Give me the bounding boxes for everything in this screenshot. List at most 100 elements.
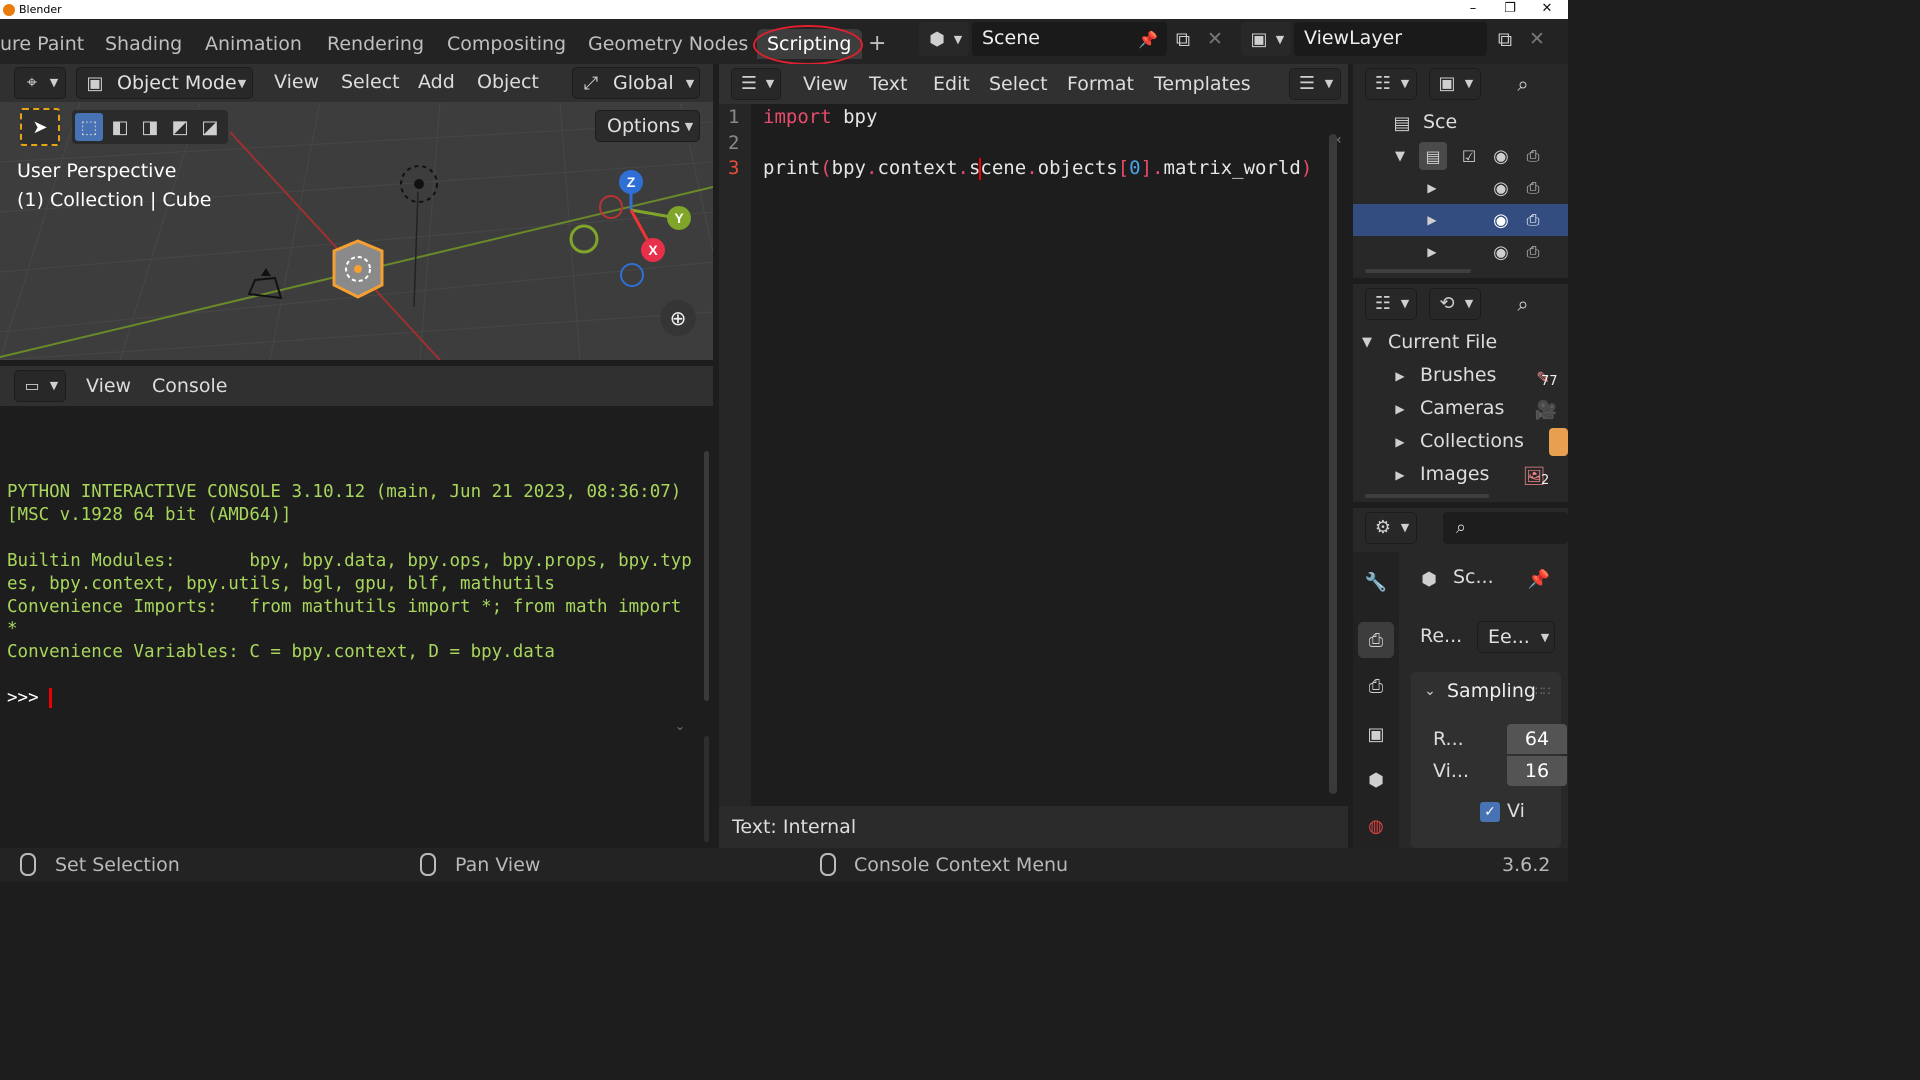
sampling-panel-header[interactable]: ⌄ Sampling ∷∷ — [1411, 674, 1561, 708]
eye-icon[interactable]: ◉ — [1489, 176, 1513, 200]
camera-render-icon[interactable]: ⎙ — [1521, 240, 1545, 264]
outliner-scrollbar[interactable] — [1365, 269, 1471, 273]
viewport-menu-view[interactable]: View — [274, 68, 319, 96]
viewport-menu-select[interactable]: Select — [341, 68, 400, 96]
text-datablock-button[interactable]: ☰ ▼ — [1289, 68, 1341, 100]
maximize-button[interactable]: ❐ — [1492, 0, 1528, 19]
select-subtract-icon[interactable]: ◨ — [136, 113, 164, 141]
select-tool-button[interactable]: ➤ — [20, 108, 60, 146]
light-object-icon[interactable] — [397, 162, 441, 206]
zoom-button[interactable]: ⊕ — [660, 300, 696, 336]
editor-scrollbar[interactable] — [1329, 134, 1337, 794]
tab-animation[interactable]: Animation — [205, 29, 302, 59]
eye-icon[interactable]: ◉ — [1489, 208, 1513, 232]
scene-selector-button[interactable]: ⬢ ▼ — [919, 22, 969, 56]
camera-object-icon[interactable] — [245, 264, 287, 300]
outliner-row[interactable]: ▶ ◉ ⎙ — [1353, 236, 1568, 268]
viewport-menu-object[interactable]: Object — [477, 68, 539, 96]
console-menu-console[interactable]: Console — [152, 372, 227, 400]
eye-icon[interactable]: ◉ — [1489, 240, 1513, 264]
outliner-row-selected[interactable]: ▶ ◉ ⎙ — [1353, 204, 1568, 236]
tool-tab-icon[interactable]: 🔧 — [1362, 568, 1390, 596]
outliner-row-collection[interactable]: ▼ ▤ ☑ ◉ ⎙ — [1353, 140, 1568, 172]
display-mode-button[interactable]: ▣ ▼ — [1429, 68, 1481, 100]
options-dropdown[interactable]: Options ▼ — [595, 110, 700, 142]
text-menu-select[interactable]: Select — [989, 70, 1048, 98]
blend-item-brushes[interactable]: ▶ Brushes ✎ 77 — [1353, 360, 1568, 393]
select-extend-icon[interactable]: ◧ — [106, 113, 134, 141]
tab-geometry-nodes[interactable]: Geometry Nodes — [588, 29, 748, 59]
console-menu-view[interactable]: View — [86, 372, 131, 400]
new-view-layer-icon[interactable]: ⧉ — [1492, 26, 1518, 52]
expand-down-icon[interactable]: ▼ — [1359, 332, 1375, 352]
properties-search-field[interactable]: ⌕ — [1443, 512, 1568, 544]
blend-editor-type-button[interactable]: ☷ ▼ — [1365, 288, 1417, 320]
outliner-editor-type-button[interactable]: ☷ ▼ — [1365, 68, 1417, 100]
outliner-row[interactable]: ▶ ◉ ⎙ — [1353, 172, 1568, 204]
python-console[interactable]: PYTHON INTERACTIVE CONSOLE 3.10.12 (main… — [0, 406, 713, 716]
pin-icon[interactable]: 📌 — [1136, 27, 1160, 51]
console-scrollbar[interactable] — [704, 451, 709, 701]
expand-right-icon[interactable]: ▶ — [1425, 178, 1439, 198]
chevron-down-icon[interactable]: ⌄ — [670, 718, 690, 734]
pin-icon[interactable]: 📌 — [1525, 565, 1553, 593]
tab-shading[interactable]: Shading — [105, 29, 182, 59]
view-layer-tab-icon[interactable]: ▣ — [1362, 720, 1390, 748]
expand-right-icon[interactable]: ▶ — [1393, 399, 1407, 419]
eye-icon[interactable]: ◉ — [1489, 144, 1513, 168]
text-menu-text[interactable]: Text — [869, 70, 907, 98]
properties-editor-type-button[interactable]: ⚙ ▼ — [1365, 512, 1417, 544]
select-new-icon[interactable]: ⬚ — [75, 113, 103, 141]
blend-item-collections[interactable]: ▶ Collections — [1353, 426, 1568, 459]
expand-right-icon[interactable]: ▶ — [1425, 210, 1439, 230]
render-samples-field[interactable]: 64 — [1507, 724, 1567, 754]
scene-tab-icon[interactable]: ⬢ — [1362, 766, 1390, 794]
delete-scene-icon[interactable]: ✕ — [1203, 26, 1227, 52]
new-scene-icon[interactable]: ⧉ — [1170, 26, 1196, 52]
transform-orientation-dropdown[interactable]: ⤢ Global ▼ — [572, 67, 700, 99]
object-mode-dropdown[interactable]: ▣ Object Mode ▼ — [76, 67, 253, 99]
output-tab-icon[interactable]: ⎙ — [1362, 672, 1390, 700]
minimize-button[interactable]: – — [1455, 0, 1491, 19]
text-menu-format[interactable]: Format — [1067, 70, 1134, 98]
expand-right-icon[interactable]: ▶ — [1393, 465, 1407, 485]
text-editor-type-button[interactable]: ☰ ▼ — [731, 68, 781, 100]
tab-compositing[interactable]: Compositing — [447, 29, 566, 59]
view-layer-name-field[interactable]: ViewLayer — [1294, 22, 1487, 56]
blend-item-cameras[interactable]: ▶ Cameras 🎥 — [1353, 393, 1568, 426]
blend-item-images[interactable]: ▶ Images 🖼 2 — [1353, 459, 1568, 492]
editor-type-button[interactable]: ⌖ ▼ — [14, 67, 66, 99]
console-prompt[interactable]: >>> — [7, 688, 53, 708]
search-icon[interactable]: ⌕ — [1509, 290, 1537, 318]
navigation-gizmo[interactable]: Z Y X — [565, 166, 700, 296]
tab-texture-paint[interactable]: ure Paint — [0, 29, 84, 59]
cube-object-selected[interactable] — [328, 237, 386, 301]
search-icon[interactable]: ⌕ — [1509, 70, 1537, 98]
expand-down-icon[interactable]: ▼ — [1393, 146, 1407, 166]
blend-display-mode-button[interactable]: ⟲ ▼ — [1429, 288, 1481, 320]
expand-right-icon[interactable]: ▶ — [1393, 366, 1407, 386]
camera-render-icon[interactable]: ⎙ — [1521, 144, 1545, 168]
console-editor-type-button[interactable]: ▭ ▼ — [14, 370, 66, 402]
select-intersect-icon[interactable]: ◪ — [196, 113, 224, 141]
viewport-menu-add[interactable]: Add — [418, 68, 455, 96]
world-tab-icon[interactable]: ◍ — [1362, 812, 1390, 840]
text-editor[interactable]: 1 2 3 import bpy print(bpy.context.scene… — [719, 104, 1348, 806]
text-menu-edit[interactable]: Edit — [933, 70, 970, 98]
camera-render-icon[interactable]: ⎙ — [1521, 208, 1545, 232]
text-menu-templates[interactable]: Templates — [1154, 70, 1251, 98]
camera-render-icon[interactable]: ⎙ — [1521, 176, 1545, 200]
expand-right-icon[interactable]: ▶ — [1425, 242, 1439, 262]
expand-right-icon[interactable]: ▶ — [1393, 432, 1407, 452]
3d-viewport[interactable]: ➤ ⬚ ◧ ◨ ◩ ◪ Options ▼ User Perspective (… — [0, 102, 713, 360]
checkbox-checked-icon[interactable]: ✓ — [1480, 802, 1500, 822]
text-menu-view[interactable]: View — [803, 70, 848, 98]
close-window-button[interactable]: ✕ — [1529, 0, 1565, 19]
checkbox-icon[interactable]: ☑ — [1457, 144, 1481, 168]
scrollbar[interactable] — [704, 736, 709, 842]
render-tab-icon[interactable]: ⎙ — [1358, 622, 1394, 658]
tab-scripting[interactable]: Scripting — [757, 29, 862, 59]
delete-view-layer-icon[interactable]: ✕ — [1525, 26, 1549, 52]
render-engine-dropdown[interactable]: Ee... ▼ — [1477, 621, 1555, 653]
tab-rendering[interactable]: Rendering — [327, 29, 424, 59]
